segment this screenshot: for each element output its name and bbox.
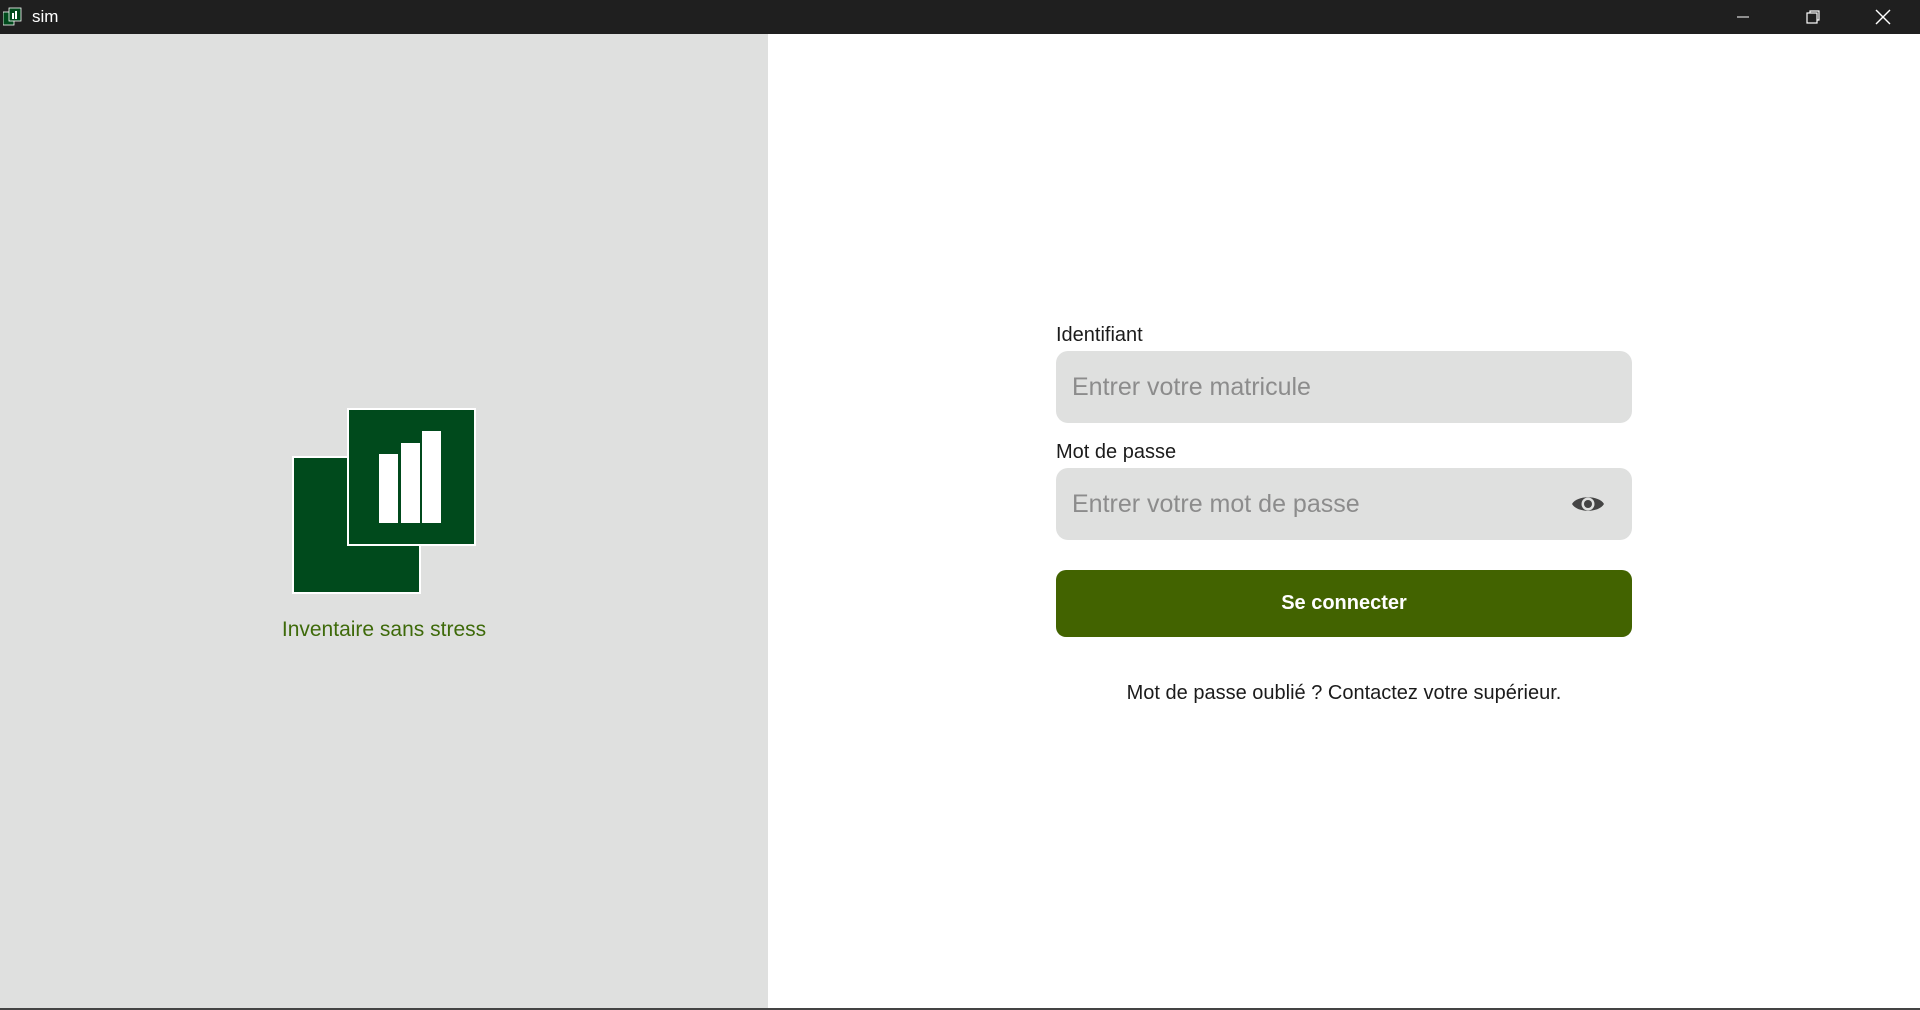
eye-icon[interactable] — [1570, 490, 1606, 518]
inventory-logo — [292, 408, 476, 594]
close-icon — [1875, 9, 1891, 25]
username-input[interactable] — [1056, 351, 1632, 423]
login-button[interactable]: Se connecter — [1056, 570, 1632, 637]
title-bar: sim — [0, 0, 1920, 34]
password-input[interactable] — [1056, 468, 1632, 540]
close-button[interactable] — [1848, 0, 1918, 34]
minimize-button[interactable] — [1708, 0, 1778, 34]
password-label: Mot de passe — [1056, 441, 1177, 463]
password-field-container — [1056, 468, 1632, 540]
username-field-container — [1056, 351, 1632, 423]
maximize-button[interactable] — [1778, 0, 1848, 34]
brand-tagline: Inventaire sans stress — [281, 618, 487, 641]
app-logo-icon — [2, 7, 23, 27]
restore-icon — [1805, 9, 1821, 25]
window-title: sim — [32, 7, 59, 26]
username-label: Identifiant — [1056, 324, 1143, 346]
minimize-icon — [1735, 9, 1751, 25]
forgot-password-text: Mot de passe oublié ? Contactez votre su… — [1126, 682, 1562, 704]
